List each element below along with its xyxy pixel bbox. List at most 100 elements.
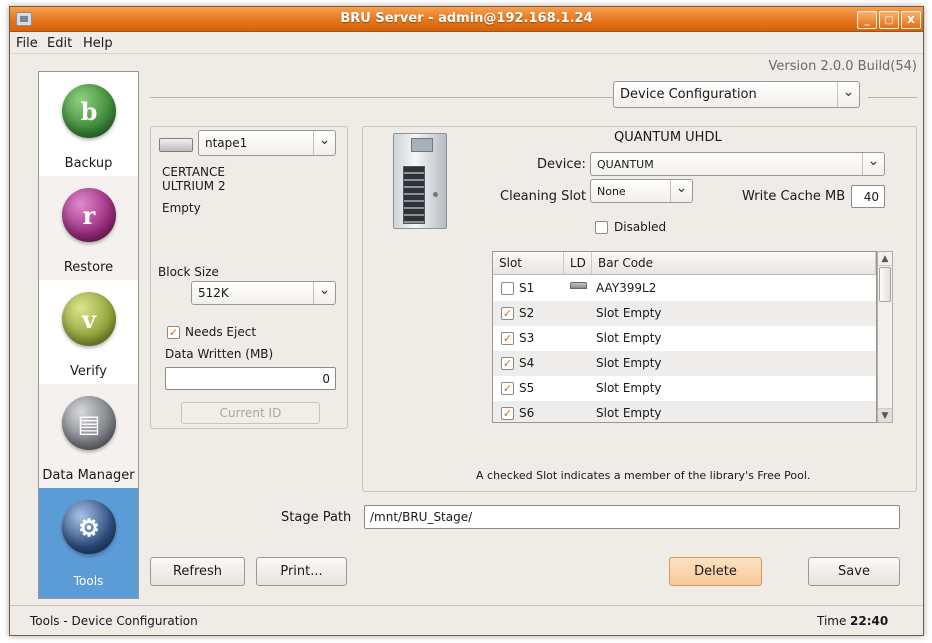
free-pool-note: A checked Slot indicates a member of the… bbox=[476, 469, 811, 482]
data-manager-icon: ▤ bbox=[62, 396, 116, 450]
menu-edit[interactable]: Edit bbox=[47, 36, 72, 51]
slot-table: Slot LD Bar Code S1 AAY399L2 ✓ S2 Slot E… bbox=[492, 251, 877, 423]
barcode-cell: Slot Empty bbox=[596, 356, 662, 370]
status-text: Tools - Device Configuration bbox=[30, 614, 198, 628]
sidebar-item-backup[interactable]: b Backup bbox=[39, 72, 138, 176]
sidebar-item-verify[interactable]: v Verify bbox=[39, 280, 138, 384]
menu-bar: File Edit Help bbox=[10, 32, 923, 54]
slot-table-scrollbar[interactable]: ▲ ▼ bbox=[877, 251, 893, 423]
drive-select[interactable]: ntape1 bbox=[198, 130, 336, 156]
barcode-cell: AAY399L2 bbox=[596, 281, 657, 295]
device-label: Device: bbox=[537, 157, 586, 172]
slot-checkbox[interactable]: ✓ bbox=[501, 307, 514, 320]
cleaning-slot-value: None bbox=[597, 184, 626, 198]
delete-button[interactable]: Delete bbox=[669, 557, 762, 586]
block-size-value: 512K bbox=[198, 286, 229, 300]
section-select[interactable]: Device Configuration bbox=[613, 81, 860, 108]
chevron-down-icon bbox=[837, 82, 859, 107]
barcode-cell: Slot Empty bbox=[596, 306, 662, 320]
barcode-cell: Slot Empty bbox=[596, 381, 662, 395]
scroll-thumb[interactable] bbox=[879, 267, 891, 302]
barcode-cell: Slot Empty bbox=[596, 331, 662, 345]
block-size-label: Block Size bbox=[158, 265, 219, 279]
scroll-up-icon[interactable]: ▲ bbox=[878, 252, 892, 266]
menu-help[interactable]: Help bbox=[83, 36, 113, 51]
chevron-down-icon bbox=[862, 153, 884, 175]
sidebar-item-tools[interactable]: ⚙ Tools bbox=[39, 488, 138, 598]
title-bar[interactable]: BRU Server - admin@192.168.1.24 _ □ X bbox=[10, 7, 923, 32]
drive-status: Empty bbox=[162, 201, 201, 215]
sidebar-item-label: Restore bbox=[63, 260, 114, 275]
table-row[interactable]: ✓ S5 Slot Empty bbox=[493, 376, 876, 401]
tape-library-image bbox=[393, 133, 447, 229]
library-knob bbox=[433, 192, 438, 197]
sidebar-item-label: Tools bbox=[73, 574, 104, 588]
menu-file[interactable]: File bbox=[16, 36, 38, 51]
write-cache-field[interactable]: 40 bbox=[851, 185, 885, 208]
cleaning-slot-select[interactable]: None bbox=[590, 179, 693, 203]
needs-eject-label: Needs Eject bbox=[185, 325, 257, 339]
version-label: Version 2.0.0 Build(54) bbox=[768, 59, 917, 74]
chevron-down-icon bbox=[670, 180, 692, 202]
sidebar-item-label: Verify bbox=[70, 364, 107, 379]
table-row[interactable]: ✓ S3 Slot Empty bbox=[493, 326, 876, 351]
tools-icon: ⚙ bbox=[62, 500, 116, 554]
slot-checkbox[interactable]: ✓ bbox=[501, 357, 514, 370]
status-bar: Tools - Device Configuration Time 22:40 bbox=[10, 605, 923, 635]
sidebar-item-restore[interactable]: r Restore bbox=[39, 176, 138, 280]
cleaning-slot-label: Cleaning Slot bbox=[500, 189, 587, 204]
restore-icon: r bbox=[62, 188, 116, 242]
tape-drive-icon bbox=[159, 138, 193, 152]
data-written-field[interactable]: 0 bbox=[165, 367, 336, 390]
disabled-label: Disabled bbox=[614, 220, 667, 234]
barcode-column-header[interactable]: Bar Code bbox=[592, 252, 876, 275]
device-select[interactable]: QUANTUM bbox=[590, 152, 885, 176]
slot-label: S1 bbox=[519, 281, 535, 295]
barcode-cell: Slot Empty bbox=[596, 406, 662, 420]
print-button[interactable]: Print... bbox=[256, 557, 347, 586]
save-button[interactable]: Save bbox=[808, 557, 900, 586]
stage-path-field[interactable]: /mnt/BRU_Stage/ bbox=[364, 505, 900, 529]
backup-icon: b bbox=[62, 84, 116, 138]
table-row[interactable]: ✓ S6 Slot Empty bbox=[493, 401, 876, 422]
verify-icon: v bbox=[62, 292, 116, 346]
drive-select-value: ntape1 bbox=[205, 136, 248, 150]
sidebar-item-label: Data Manager bbox=[42, 468, 135, 483]
slot-label: S5 bbox=[519, 381, 535, 395]
slot-checkbox[interactable]: ✓ bbox=[501, 382, 514, 395]
table-row[interactable]: ✓ S4 Slot Empty bbox=[493, 351, 876, 376]
divider bbox=[868, 97, 918, 98]
library-title: QUANTUM UHDL bbox=[614, 130, 722, 145]
ld-column-header[interactable]: LD bbox=[564, 252, 592, 275]
table-row[interactable]: ✓ S2 Slot Empty bbox=[493, 301, 876, 326]
disabled-checkbox[interactable] bbox=[595, 221, 608, 234]
close-button[interactable]: X bbox=[901, 11, 921, 29]
chevron-down-icon bbox=[313, 282, 335, 304]
app-window: BRU Server - admin@192.168.1.24 _ □ X Fi… bbox=[9, 6, 924, 636]
library-display bbox=[411, 138, 433, 152]
minimize-button[interactable]: _ bbox=[857, 11, 877, 29]
data-written-label: Data Written (MB) bbox=[165, 347, 274, 361]
section-select-value: Device Configuration bbox=[620, 87, 757, 102]
maximize-button[interactable]: □ bbox=[879, 11, 899, 29]
drive-model-line2: ULTRIUM 2 bbox=[162, 179, 226, 193]
slot-checkbox[interactable]: ✓ bbox=[501, 332, 514, 345]
table-row[interactable]: S1 AAY399L2 bbox=[493, 276, 876, 301]
device-select-value: QUANTUM bbox=[597, 157, 654, 171]
block-size-select[interactable]: 512K bbox=[191, 281, 336, 305]
scroll-down-icon[interactable]: ▼ bbox=[878, 408, 892, 422]
slot-label: S6 bbox=[519, 406, 535, 420]
slot-label: S3 bbox=[519, 331, 535, 345]
current-id-button[interactable]: Current ID bbox=[181, 402, 320, 424]
slot-column-header[interactable]: Slot bbox=[493, 252, 564, 275]
tape-drive-loaded-icon bbox=[570, 282, 587, 289]
slot-label: S4 bbox=[519, 356, 535, 370]
needs-eject-checkbox[interactable]: ✓ bbox=[167, 326, 180, 339]
slot-checkbox[interactable]: ✓ bbox=[501, 407, 514, 420]
slot-label: S2 bbox=[519, 306, 535, 320]
sidebar-item-data-manager[interactable]: ▤ Data Manager bbox=[39, 384, 138, 488]
time-value: 22:40 bbox=[850, 614, 889, 628]
drive-model-line1: CERTANCE bbox=[162, 165, 225, 179]
slot-checkbox[interactable] bbox=[501, 282, 514, 295]
refresh-button[interactable]: Refresh bbox=[150, 557, 245, 586]
